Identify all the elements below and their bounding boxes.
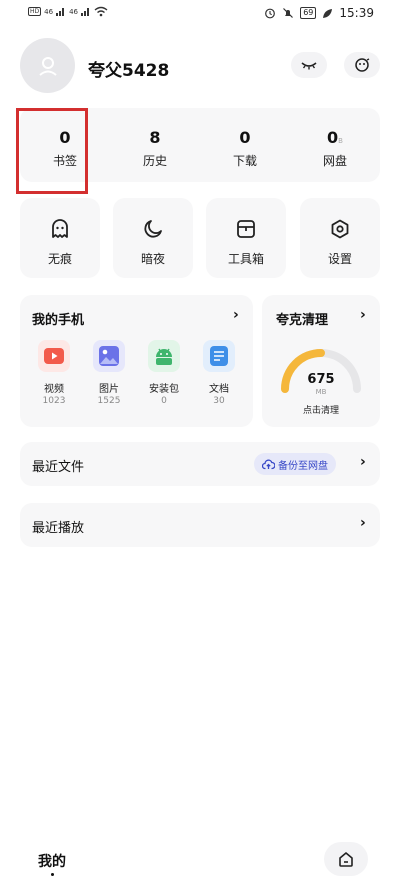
video-icon [38, 340, 70, 372]
my-phone-card[interactable]: 我的手机 › 视频 1023 图片 1525 安装包 0 文档 30 [20, 295, 253, 427]
cleanable-size: 675 [307, 372, 335, 387]
cleaner-card[interactable]: 夸克清理 › 675 MB 点击清理 [262, 295, 380, 427]
app-count: 1525 [97, 396, 121, 406]
nav-tab-me[interactable]: 我的 [38, 851, 66, 871]
size-unit: MB [315, 388, 327, 396]
user-icon [38, 56, 57, 76]
toolbox-icon [237, 220, 255, 238]
cloud-upload-icon [262, 459, 275, 469]
stat-label: 网盘 [322, 154, 347, 168]
system-indicators: 69 15:39 [264, 6, 374, 20]
card-title: 我的手机 [32, 313, 85, 328]
clean-action[interactable]: 点击清理 [262, 403, 380, 416]
app-name: 图片 [99, 384, 119, 395]
stat-unit: B [338, 137, 343, 145]
recent-files-row[interactable]: 最近文件 备份至网盘 › [20, 442, 380, 486]
active-tab-dot [51, 873, 54, 876]
signal-icon [56, 8, 65, 16]
signal-icon-2 [80, 8, 89, 16]
ghost-icon [52, 219, 68, 238]
robot-face-icon [355, 58, 370, 72]
home-icon [339, 852, 353, 867]
tool-night-mode[interactable]: 暗夜 [113, 198, 193, 278]
stat-label: 历史 [142, 154, 167, 168]
app-name: 视频 [44, 384, 64, 395]
ai-assistant-button[interactable] [344, 52, 380, 78]
network-indicators: HD 46 46 [28, 6, 108, 17]
app-videos[interactable]: 视频 1023 [29, 340, 79, 406]
app-packages[interactable]: 安装包 0 [139, 340, 189, 406]
tool-settings[interactable]: 设置 [300, 198, 380, 278]
backup-to-cloud-button[interactable]: 备份至网盘 [254, 453, 336, 475]
stat-value: 8 [149, 128, 161, 147]
android-icon [148, 340, 180, 372]
app-name: 安装包 [149, 384, 179, 395]
clock: 15:39 [339, 6, 374, 20]
stat-value: 0B [290, 128, 380, 147]
document-icon [203, 340, 235, 372]
hd-badge: HD [28, 7, 42, 16]
chevron-right-icon[interactable]: › [360, 515, 366, 531]
chevron-right-icon[interactable]: › [233, 307, 239, 323]
avatar[interactable] [20, 38, 75, 93]
tool-label: 设置 [327, 252, 352, 266]
app-count: 0 [161, 396, 167, 406]
tool-toolbox[interactable]: 工具箱 [206, 198, 286, 278]
closed-eye-icon [301, 62, 317, 70]
chevron-right-icon[interactable]: › [360, 454, 366, 470]
app-documents[interactable]: 文档 30 [194, 340, 244, 406]
recent-play-row[interactable]: 最近播放 › [20, 503, 380, 547]
stat-cloud-drive[interactable]: 0B 网盘 [290, 108, 380, 182]
backup-label: 备份至网盘 [278, 460, 328, 472]
app-count: 30 [213, 396, 225, 406]
app-name: 文档 [209, 384, 229, 395]
stat-label: 下载 [232, 154, 257, 168]
stat-downloads[interactable]: 0 下载 [200, 108, 290, 182]
home-button[interactable] [324, 842, 368, 876]
username[interactable]: 夸父5428 [88, 56, 169, 81]
image-icon [93, 340, 125, 372]
status-bar: HD 46 46 69 15:39 [0, 0, 400, 28]
tool-label: 无痕 [47, 252, 72, 266]
row-title: 最近文件 [32, 460, 85, 475]
wifi-icon [94, 6, 108, 17]
signal-label-1: 46 [44, 7, 54, 16]
eye-toggle-button[interactable] [291, 52, 327, 78]
app-images[interactable]: 图片 1525 [84, 340, 134, 406]
stat-value: 0 [239, 128, 251, 147]
gear-icon [331, 219, 349, 239]
battery-indicator: 69 [300, 7, 317, 19]
signal-label-2: 46 [69, 7, 78, 16]
tool-label: 工具箱 [227, 252, 264, 266]
card-title: 夸克清理 [276, 313, 329, 328]
row-title: 最近播放 [32, 521, 85, 536]
stat-history[interactable]: 8 历史 [110, 108, 200, 182]
alarm-icon [265, 8, 276, 19]
stat-number: 0 [327, 128, 339, 147]
tool-incognito[interactable]: 无痕 [20, 198, 100, 278]
highlight-box [16, 108, 88, 194]
leaf-icon [323, 8, 333, 18]
chevron-right-icon[interactable]: › [360, 307, 366, 323]
mute-icon [283, 8, 294, 18]
app-count: 1023 [42, 396, 66, 406]
moon-icon [144, 220, 162, 238]
tool-label: 暗夜 [140, 252, 165, 266]
